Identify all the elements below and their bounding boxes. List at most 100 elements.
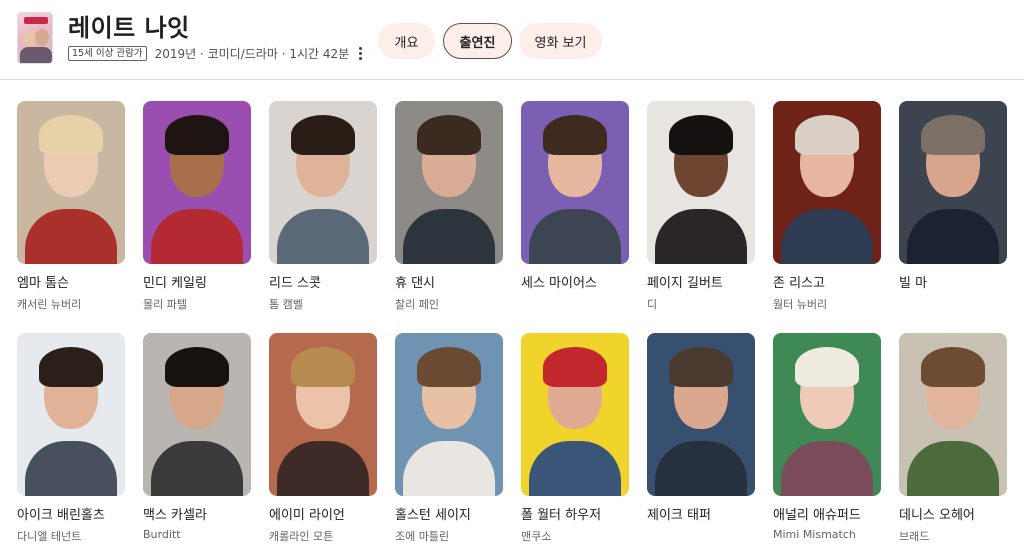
cast-card[interactable]: 페이지 길버트디 <box>647 101 755 333</box>
cast-name: 엠마 톰슨 <box>17 276 69 291</box>
cast-name: 폴 월터 하우저 <box>521 508 602 523</box>
movie-title: 레이트 나잇 <box>68 14 190 42</box>
cast-role: 찰리 페인 <box>395 298 439 311</box>
cast-role: Mimi Mismatch <box>773 528 856 541</box>
cast-card[interactable]: 세스 마이어스 <box>521 101 629 333</box>
cast-card[interactable]: 데니스 오헤어브래드 <box>899 333 1007 551</box>
age-rating-badge: 15세 이상 관람가 <box>68 46 147 61</box>
portrait-clothing <box>403 441 495 496</box>
cast-name: 빌 마 <box>899 276 928 291</box>
portrait-clothing <box>403 209 495 264</box>
portrait-clothing <box>781 441 873 496</box>
portrait-hair <box>165 347 229 387</box>
cast-card[interactable]: 맥스 카셀라 Burditt <box>143 333 251 551</box>
cast-photo <box>647 101 755 264</box>
cast-card[interactable]: 휴 댄시찰리 페인 <box>395 101 503 333</box>
portrait-hair <box>39 347 103 387</box>
cast-photo <box>395 333 503 496</box>
cast-photo <box>899 333 1007 496</box>
portrait-clothing <box>151 209 243 264</box>
portrait-clothing <box>907 209 999 264</box>
cast-card[interactable]: 홀스턴 세이지조에 마틀린 <box>395 333 503 551</box>
cast-role: 월터 뉴버리 <box>773 298 828 311</box>
cast-photo <box>773 101 881 264</box>
portrait-clothing <box>655 209 747 264</box>
movie-meta-row: 15세 이상 관람가 2019년 · 코미디/드라마 · 1시간 42분 <box>68 45 363 62</box>
cast-grid: 엠마 톰슨 캐서린 뉴버리 민디 케일링 몰리 파텔 리드 스콧 톰 캠벨 휴 댄시 찰리 페… <box>17 101 1007 551</box>
poster-logo <box>24 17 48 24</box>
cast-role: 톰 캠벨 <box>269 298 303 311</box>
cast-card[interactable]: 제이크 태퍼 <box>647 333 755 551</box>
portrait-clothing <box>781 209 873 264</box>
tab-cast[interactable]: 출연진 <box>443 23 512 59</box>
portrait-hair <box>669 347 733 387</box>
cast-photo <box>521 101 629 264</box>
cast-card[interactable]: 빌 마 <box>899 101 1007 333</box>
cast-name: 민디 케일링 <box>143 276 207 291</box>
portrait-hair <box>291 115 355 155</box>
poster-figure <box>35 29 49 46</box>
portrait-clothing <box>529 209 621 264</box>
cast-card[interactable]: 폴 월터 하우저 맨쿠소 <box>521 333 629 551</box>
cast-name: 애널리 애슈퍼드 <box>773 508 861 523</box>
cast-role: Burditt <box>143 528 181 541</box>
cast-photo <box>143 333 251 496</box>
cast-card[interactable]: 존 리스고월터 뉴버리 <box>773 101 881 333</box>
portrait-hair <box>921 347 985 387</box>
portrait-hair <box>795 115 859 155</box>
cast-role: 조에 마틀린 <box>395 530 450 543</box>
cast-photo <box>269 101 377 264</box>
cast-role: 브래드 <box>899 530 930 543</box>
cast-role: 디 <box>647 298 658 311</box>
cast-name: 페이지 길버트 <box>647 276 723 291</box>
cast-card[interactable]: 리드 스콧 톰 캠벨 <box>269 101 377 333</box>
cast-photo <box>17 333 125 496</box>
portrait-hair <box>291 347 355 387</box>
cast-role: 몰리 파텔 <box>143 298 187 311</box>
cast-name: 세스 마이어스 <box>521 276 597 291</box>
cast-photo <box>395 101 503 264</box>
cast-card[interactable]: 아이크 배린홀츠다니엘 테넌트 <box>17 333 125 551</box>
portrait-clothing <box>151 441 243 496</box>
portrait-clothing <box>529 441 621 496</box>
cast-role: 캐롤라인 모튼 <box>269 530 334 543</box>
cast-photo <box>17 101 125 264</box>
cast-card[interactable]: 에이미 라이언캐롤라인 모튼 <box>269 333 377 551</box>
portrait-hair <box>921 115 985 155</box>
cast-card[interactable]: 애널리 애슈퍼드 Mimi Mismatch <box>773 333 881 551</box>
cast-name: 에이미 라이언 <box>269 508 345 523</box>
cast-name: 아이크 배린홀츠 <box>17 508 105 523</box>
cast-name: 휴 댄시 <box>395 276 436 291</box>
cast-photo <box>269 333 377 496</box>
cast-photo <box>899 101 1007 264</box>
cast-card[interactable]: 민디 케일링몰리 파텔 <box>143 101 251 333</box>
cast-name: 홀스턴 세이지 <box>395 508 471 523</box>
tab-overview[interactable]: 개요 <box>378 23 435 59</box>
portrait-clothing <box>25 209 117 264</box>
portrait-hair <box>795 347 859 387</box>
portrait-clothing <box>25 441 117 496</box>
movie-header: 레이트 나잇 15세 이상 관람가 2019년 · 코미디/드라마 · 1시간 … <box>0 0 1024 80</box>
poster-figure <box>22 31 36 47</box>
cast-card[interactable]: 엠마 톰슨 캐서린 뉴버리 <box>17 101 125 333</box>
portrait-clothing <box>277 441 369 496</box>
cast-name: 맥스 카셀라 <box>143 508 207 523</box>
cast-photo <box>773 333 881 496</box>
portrait-hair <box>669 115 733 155</box>
portrait-hair <box>543 347 607 387</box>
portrait-hair <box>165 115 229 155</box>
cast-role: 다니엘 테넌트 <box>17 530 82 543</box>
cast-name: 존 리스고 <box>773 276 825 291</box>
movie-poster-thumbnail[interactable] <box>17 12 53 64</box>
movie-info-text: 2019년 · 코미디/드라마 · 1시간 42분 <box>154 47 350 61</box>
more-options-icon[interactable] <box>359 47 363 60</box>
tab-watch-movie[interactable]: 영화 보기 <box>519 23 602 59</box>
cast-name: 데니스 오헤어 <box>899 508 975 523</box>
cast-photo <box>143 101 251 264</box>
portrait-clothing <box>907 441 999 496</box>
portrait-clothing <box>277 209 369 264</box>
cast-photo <box>521 333 629 496</box>
portrait-hair <box>39 115 103 155</box>
portrait-clothing <box>655 441 747 496</box>
portrait-hair <box>417 115 481 155</box>
